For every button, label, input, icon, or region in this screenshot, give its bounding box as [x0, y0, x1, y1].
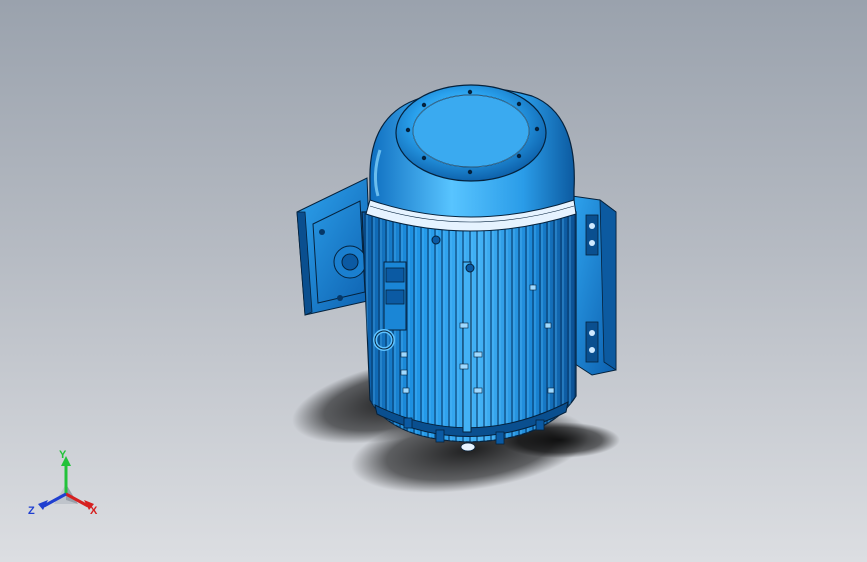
triad-z-label: Z	[28, 505, 35, 517]
triad-y-label: Y	[59, 449, 67, 461]
fan-cover	[365, 84, 577, 232]
right-mounting-foot	[571, 195, 617, 376]
left-mounting-foot	[296, 177, 373, 316]
view-orientation-triad[interactable]: Y X Z	[26, 448, 106, 524]
graphics-viewport[interactable]: Y X Z	[0, 0, 867, 562]
triad-x-label: X	[90, 505, 98, 517]
motor-model[interactable]	[0, 0, 867, 562]
stator-housing	[361, 211, 577, 452]
